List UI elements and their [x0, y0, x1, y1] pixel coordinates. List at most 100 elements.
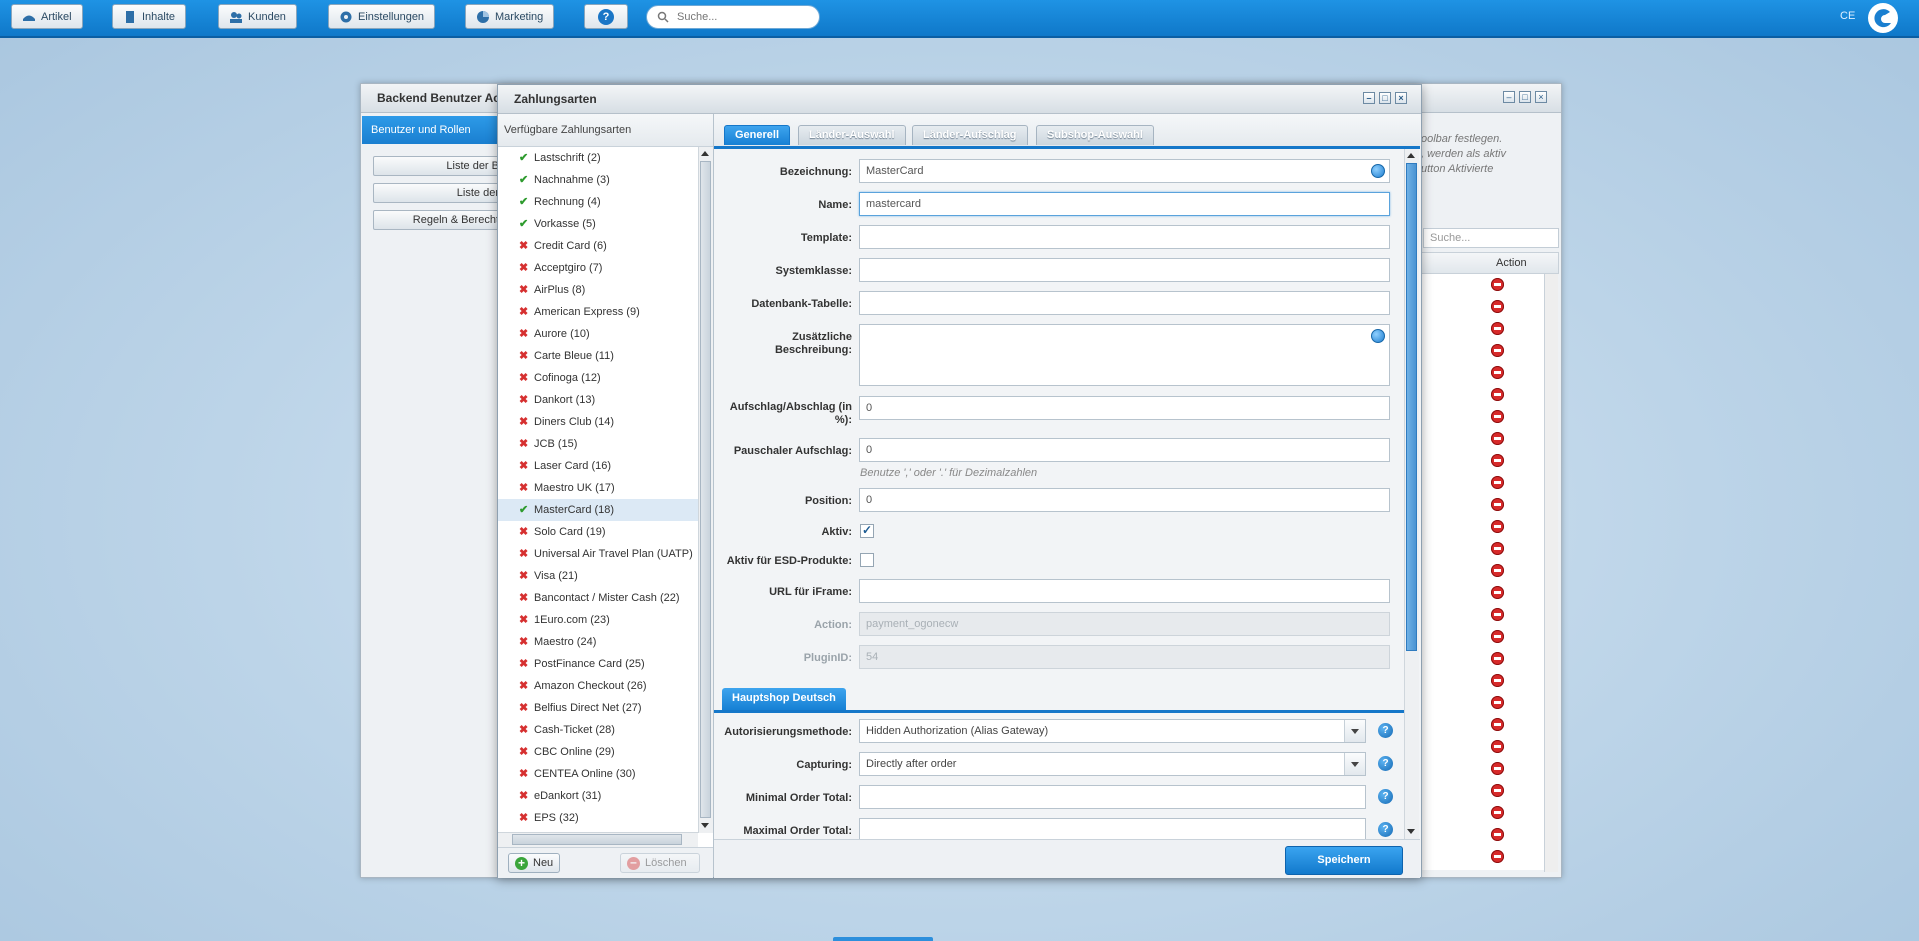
- delete-row-icon[interactable]: [1491, 432, 1504, 445]
- list-item[interactable]: ✖ Credit Card (6): [498, 235, 698, 257]
- delete-row-icon[interactable]: [1491, 718, 1504, 731]
- template-field[interactable]: [859, 225, 1390, 249]
- minimize-icon[interactable]: –: [1503, 91, 1515, 103]
- delete-row-icon[interactable]: [1491, 564, 1504, 577]
- tab-hauptshop-deutsch[interactable]: Hauptshop Deutsch: [722, 688, 846, 710]
- list-scroll-thumb[interactable]: [700, 161, 711, 818]
- help-icon[interactable]: ?: [1378, 789, 1393, 804]
- delete-row-icon[interactable]: [1491, 806, 1504, 819]
- delete-row-icon[interactable]: [1491, 674, 1504, 687]
- list-item[interactable]: ✖ Cash-Ticket (28): [498, 719, 698, 741]
- max-total-field[interactable]: [859, 818, 1366, 839]
- delete-row-icon[interactable]: [1491, 542, 1504, 555]
- tab-subshop-auswahl[interactable]: Subshop-Auswahl: [1036, 125, 1154, 145]
- form-vertical-scrollbar[interactable]: [1404, 149, 1419, 839]
- nav-benutzer-rollen[interactable]: Benutzer und Rollen: [362, 116, 501, 144]
- delete-row-icon[interactable]: [1491, 762, 1504, 775]
- chevron-down-icon[interactable]: [1344, 720, 1365, 742]
- delete-row-icon[interactable]: [1491, 300, 1504, 313]
- scroll-down-arrow[interactable]: [701, 823, 709, 828]
- list-item[interactable]: ✖ American Express (9): [498, 301, 698, 323]
- auth-select[interactable]: Hidden Authorization (Alias Gateway): [859, 719, 1366, 743]
- min-total-field[interactable]: [859, 785, 1366, 809]
- esd-checkbox[interactable]: [860, 553, 874, 567]
- list-item[interactable]: ✖ Amazon Checkout (26): [498, 675, 698, 697]
- list-item[interactable]: ✖ CBC Online (29): [498, 741, 698, 763]
- delete-row-icon[interactable]: [1491, 344, 1504, 357]
- list-item[interactable]: ✖ Laser Card (16): [498, 455, 698, 477]
- help-icon[interactable]: ?: [1378, 756, 1393, 771]
- list-item[interactable]: ✖ Carte Bleue (11): [498, 345, 698, 367]
- delete-row-icon[interactable]: [1491, 366, 1504, 379]
- translation-globe-icon[interactable]: [1371, 329, 1385, 343]
- kunden-menu-button[interactable]: Kunden: [218, 4, 297, 29]
- scroll-down-arrow[interactable]: [1407, 829, 1415, 834]
- delete-row-icon[interactable]: [1491, 696, 1504, 709]
- delete-row-icon[interactable]: [1491, 388, 1504, 401]
- aufschlag-field[interactable]: 0: [859, 396, 1390, 420]
- delete-row-icon[interactable]: [1491, 784, 1504, 797]
- users-search-input[interactable]: Suche...: [1423, 228, 1559, 248]
- aktiv-checkbox[interactable]: [860, 523, 874, 538]
- list-item[interactable]: ✖ Acceptgiro (7): [498, 257, 698, 279]
- list-item[interactable]: ✖ Aurore (10): [498, 323, 698, 345]
- save-button[interactable]: Speichern: [1285, 846, 1403, 875]
- delete-row-icon[interactable]: [1491, 520, 1504, 533]
- help-icon[interactable]: ?: [1378, 822, 1393, 837]
- delete-row-icon[interactable]: [1491, 454, 1504, 467]
- delete-row-icon[interactable]: [1491, 322, 1504, 335]
- list-item[interactable]: ✖ Belfius Direct Net (27): [498, 697, 698, 719]
- delete-row-icon[interactable]: [1491, 410, 1504, 423]
- global-search-input[interactable]: [675, 10, 809, 24]
- list-item[interactable]: ✖ Diners Club (14): [498, 411, 698, 433]
- name-field[interactable]: mastercard: [859, 192, 1390, 216]
- position-field[interactable]: 0: [859, 488, 1390, 512]
- liste-rollen-button[interactable]: Liste der: [373, 183, 506, 203]
- new-button[interactable]: + Neu: [508, 853, 561, 873]
- iframe-field[interactable]: [859, 579, 1390, 603]
- regeln-berechtigungen-button[interactable]: Regeln & Berecht: [373, 210, 506, 230]
- artikel-menu-button[interactable]: Artikel: [11, 4, 83, 29]
- list-item[interactable]: ✖ Bancontact / Mister Cash (22): [498, 587, 698, 609]
- delete-row-icon[interactable]: [1491, 850, 1504, 863]
- list-item[interactable]: ✖ EPS (32): [498, 807, 698, 827]
- list-item[interactable]: ✖ PostFinance Card (25): [498, 653, 698, 675]
- list-item[interactable]: ✔ Vorkasse (5): [498, 213, 698, 235]
- scroll-up-arrow[interactable]: [701, 151, 709, 156]
- list-item[interactable]: ✖ eDankort (31): [498, 785, 698, 807]
- datenbank-field[interactable]: [859, 291, 1390, 315]
- list-item[interactable]: ✖ Visa (21): [498, 565, 698, 587]
- scroll-up-arrow[interactable]: [1407, 153, 1415, 158]
- form-scroll-thumb[interactable]: [1406, 163, 1417, 651]
- systemklasse-field[interactable]: [859, 258, 1390, 282]
- list-item[interactable]: ✖ AirPlus (8): [498, 279, 698, 301]
- list-item[interactable]: ✔ Lastschrift (2): [498, 147, 698, 169]
- tab-generell[interactable]: Generell: [724, 125, 791, 145]
- delete-row-icon[interactable]: [1491, 476, 1504, 489]
- list-item[interactable]: ✖ 1Euro.com (23): [498, 609, 698, 631]
- translation-globe-icon[interactable]: [1371, 164, 1385, 178]
- liste-benutzer-button[interactable]: Liste der B: [373, 156, 506, 176]
- list-horizontal-scrollbar[interactable]: [498, 832, 698, 847]
- list-item[interactable]: ✖ JCB (15): [498, 433, 698, 455]
- list-item[interactable]: ✖ Maestro UK (17): [498, 477, 698, 499]
- maximize-icon[interactable]: □: [1379, 92, 1391, 104]
- marketing-menu-button[interactable]: Marketing: [465, 4, 555, 29]
- list-item[interactable]: ✖ Universal Air Travel Plan (UATP): [498, 543, 698, 565]
- list-item[interactable]: ✖ Maestro (24): [498, 631, 698, 653]
- delete-row-icon[interactable]: [1491, 828, 1504, 841]
- delete-row-icon[interactable]: [1491, 652, 1504, 665]
- taskbar-window-tab[interactable]: [833, 937, 933, 941]
- list-item[interactable]: ✖ Cofinoga (12): [498, 367, 698, 389]
- maximize-icon[interactable]: □: [1519, 91, 1531, 103]
- minimize-icon[interactable]: –: [1363, 92, 1375, 104]
- beschreibung-textarea[interactable]: [859, 324, 1390, 386]
- list-item[interactable]: ✔ Rechnung (4): [498, 191, 698, 213]
- bezeichnung-field[interactable]: MasterCard: [859, 159, 1390, 183]
- close-icon[interactable]: ×: [1535, 91, 1547, 103]
- pauschal-field[interactable]: 0: [859, 438, 1390, 462]
- delete-row-icon[interactable]: [1491, 498, 1504, 511]
- delete-row-icon[interactable]: [1491, 586, 1504, 599]
- delete-button[interactable]: – Löschen: [620, 853, 700, 873]
- close-icon[interactable]: ×: [1395, 92, 1407, 104]
